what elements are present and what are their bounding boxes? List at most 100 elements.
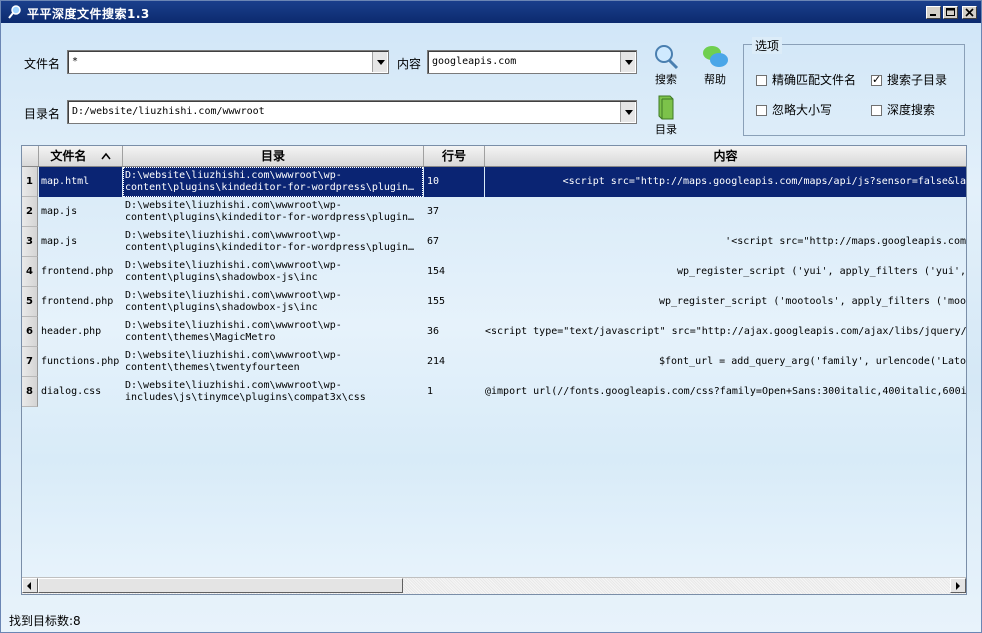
row-number[interactable]: 2 — [22, 197, 38, 227]
filename-dropdown-icon[interactable] — [372, 52, 387, 72]
table-row[interactable]: 6 header.php D:\website\liuzhishi.com\wwwr… — [22, 317, 966, 347]
horizontal-scrollbar[interactable] — [22, 577, 966, 594]
cell-content[interactable]: wp_register_script ('yui', apply_filters… — [485, 257, 966, 287]
cell-line-number[interactable]: 154 — [424, 257, 484, 287]
cell-line-number[interactable]: 10 — [424, 167, 484, 197]
cell-content[interactable]: $font_url = add_query_arg('family', urle… — [485, 347, 966, 377]
cell-directory-line2: content\themes\MagicMetro — [125, 332, 276, 343]
deep-search-label: 深度搜索 — [887, 103, 936, 117]
cell-content[interactable]: <script type="text/javascript" src="http… — [485, 317, 966, 347]
cell-filename[interactable]: map.js — [39, 197, 122, 227]
content-combo[interactable]: googleapis.com — [427, 50, 637, 74]
chat-bubble-icon — [703, 46, 728, 67]
dir-button[interactable]: 目录 — [646, 93, 686, 137]
cell-directory[interactable]: D:\website\liuzhishi.com\wwwroot\wp-cont… — [123, 227, 423, 257]
title-bar[interactable]: 平平深度文件搜索1.3 — [1, 1, 981, 23]
cell-filename[interactable]: header.php — [39, 317, 122, 347]
exact-match-checkbox[interactable]: 精确匹配文件名 — [756, 71, 856, 88]
cell-directory[interactable]: D:\website\liuzhishi.com\wwwroot\wp-cont… — [123, 167, 423, 197]
cell-line-number[interactable]: 155 — [424, 287, 484, 317]
cell-filename[interactable]: functions.php — [39, 347, 122, 377]
scroll-thumb[interactable] — [38, 578, 403, 593]
cell-directory-line1: D:\website\liuzhishi.com\wwwroot\wp- — [125, 380, 342, 391]
cell-content[interactable]: '<script src="http://maps.googleapis.com — [485, 227, 966, 257]
deep-search-checkbox[interactable]: 深度搜索 — [871, 101, 935, 118]
cell-content[interactable] — [485, 197, 966, 227]
dir-combo[interactable]: D:/website/liuzhishi.com/wwwroot — [67, 100, 637, 124]
cell-line-number[interactable]: 1 — [424, 377, 484, 407]
col-line-label: 行号 — [441, 149, 466, 163]
cell-line-number[interactable]: 214 — [424, 347, 484, 377]
filename-value[interactable]: * — [72, 56, 78, 67]
cell-directory[interactable]: D:\website\liuzhishi.com\wwwroot\wp-cont… — [123, 317, 423, 347]
table-row[interactable]: 4 frontend.php D:\website\liuzhishi.com\ww… — [22, 257, 966, 287]
cell-directory[interactable]: D:\website\liuzhishi.com\wwwroot\wp-incl… — [123, 377, 423, 407]
row-number[interactable]: 1 — [22, 167, 38, 197]
subdirs-box[interactable] — [871, 73, 882, 86]
table-row[interactable]: 2 map.js D:\website\liuzhishi.com\wwwroot\… — [22, 197, 966, 227]
cell-filename[interactable]: frontend.php — [39, 257, 122, 287]
row-number[interactable]: 4 — [22, 257, 38, 287]
cell-directory[interactable]: D:\website\liuzhishi.com\wwwroot\wp-cont… — [123, 197, 423, 227]
scroll-left-button[interactable] — [22, 578, 38, 593]
maximize-button[interactable] — [943, 6, 958, 19]
col-header-line[interactable]: 行号 — [424, 146, 485, 166]
cell-content[interactable]: wp_register_script ('mootools', apply_fi… — [485, 287, 966, 317]
close-button[interactable] — [962, 6, 977, 19]
book-icon — [658, 95, 674, 120]
cell-content[interactable]: @import url(//fonts.googleapis.com/css?f… — [485, 377, 966, 407]
ignore-case-label: 忽略大小写 — [772, 103, 833, 117]
cell-directory[interactable]: D:\website\liuzhishi.com\wwwroot\wp-cont… — [123, 287, 423, 317]
table-row[interactable]: 8 dialog.css D:\website\liuzhishi.com\wwwr… — [22, 377, 966, 407]
cell-directory-line2: content\plugins\kindeditor-for-wordpress… — [125, 242, 414, 253]
col-header-dir[interactable]: 目录 — [123, 146, 424, 166]
row-number[interactable]: 6 — [22, 317, 38, 347]
subdirs-label: 搜索子目录 — [887, 73, 948, 87]
col-header-content[interactable]: 内容 — [485, 146, 966, 166]
options-title: 选项 — [752, 37, 783, 54]
filename-combo[interactable]: * — [67, 50, 389, 74]
cell-directory[interactable]: D:\website\liuzhishi.com\wwwroot\wp-cont… — [123, 347, 423, 377]
content-value[interactable]: googleapis.com — [432, 56, 516, 67]
cell-filename[interactable]: map.js — [39, 227, 122, 257]
dir-dropdown-icon[interactable] — [620, 102, 635, 122]
search-button[interactable]: 搜索 — [646, 43, 686, 87]
row-number[interactable]: 5 — [22, 287, 38, 317]
status-text: 找到目标数:8 — [9, 614, 81, 628]
cell-directory-line1: D:\website\liuzhishi.com\wwwroot\wp- — [125, 200, 342, 211]
col-dir-label: 目录 — [260, 149, 285, 163]
close-icon — [965, 8, 974, 17]
table-row[interactable]: 7 functions.php D:\website\liuzhishi.com\w… — [22, 347, 966, 377]
cell-content[interactable]: <script src="http://maps.googleapis.com/… — [485, 167, 966, 197]
cell-filename[interactable]: frontend.php — [39, 287, 122, 317]
results-grid[interactable]: 文件名 目录 行号 内容 1 map.html D:\website\liuzhis… — [21, 145, 967, 595]
subdirs-checkbox[interactable]: 搜索子目录 — [871, 71, 947, 88]
table-row[interactable]: 5 frontend.php D:\website\liuzhishi.com\ww… — [22, 287, 966, 317]
row-number[interactable]: 8 — [22, 377, 38, 407]
search-label: 搜索 — [655, 73, 677, 86]
row-number[interactable]: 7 — [22, 347, 38, 377]
cell-directory-line1: D:\website\liuzhishi.com\wwwroot\wp- — [125, 350, 342, 361]
table-row[interactable]: 1 map.html D:\website\liuzhishi.com\wwwroo… — [22, 167, 966, 197]
col-header-name[interactable]: 文件名 — [39, 146, 123, 166]
cell-line-number[interactable]: 36 — [424, 317, 484, 347]
cell-directory[interactable]: D:\website\liuzhishi.com\wwwroot\wp-cont… — [123, 257, 423, 287]
content-dropdown-icon[interactable] — [620, 52, 635, 72]
cell-filename[interactable]: map.html — [39, 167, 122, 197]
deep-search-box[interactable] — [871, 105, 882, 116]
cell-line-number[interactable]: 37 — [424, 197, 484, 227]
ignore-case-box[interactable] — [756, 105, 767, 116]
cell-filename[interactable]: dialog.css — [39, 377, 122, 407]
scroll-right-button[interactable] — [950, 578, 966, 593]
help-label: 帮助 — [704, 73, 726, 86]
ignore-case-checkbox[interactable]: 忽略大小写 — [756, 101, 832, 118]
row-number[interactable]: 3 — [22, 227, 38, 257]
cell-directory-line1: D:\website\liuzhishi.com\wwwroot\wp- — [125, 230, 342, 241]
minimize-button[interactable] — [926, 6, 941, 19]
cell-line-number[interactable]: 67 — [424, 227, 484, 257]
content-label: 内容 — [397, 57, 422, 71]
help-button[interactable]: 帮助 — [695, 43, 735, 87]
table-row[interactable]: 3 map.js D:\website\liuzhishi.com\wwwroot\… — [22, 227, 966, 257]
dir-value[interactable]: D:/website/liuzhishi.com/wwwroot — [72, 106, 265, 117]
exact-match-box[interactable] — [756, 75, 767, 86]
